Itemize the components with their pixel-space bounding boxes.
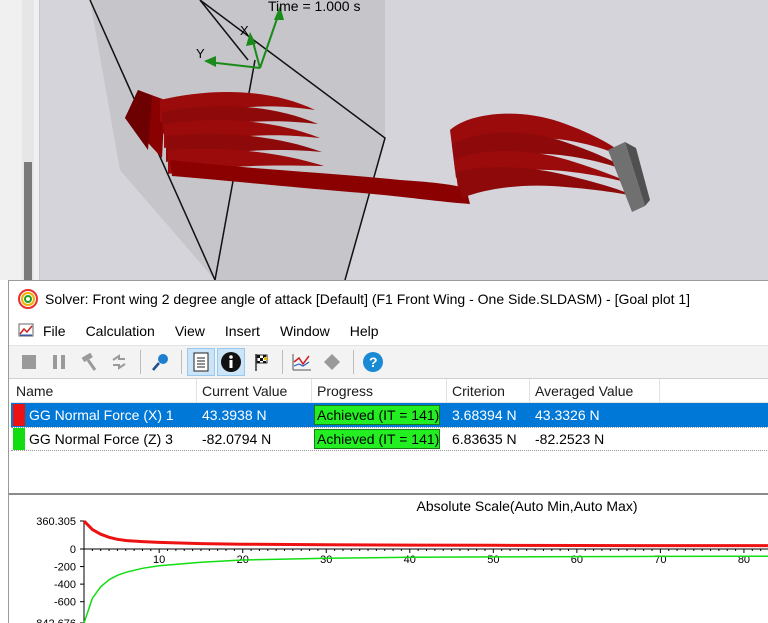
column-header-averaged-value[interactable]: Averaged Value	[530, 379, 660, 402]
axis-x-label: X	[240, 23, 249, 38]
goal-name: GG Normal Force (X) 1	[29, 407, 174, 423]
averaged-value-cell: -82.2523 N	[535, 431, 605, 447]
y-tick-label: 360.305	[36, 516, 76, 528]
info-button[interactable]	[217, 348, 245, 376]
averaged-value-cell: 43.3326 N	[535, 407, 600, 423]
toolbar-separator	[282, 350, 283, 374]
screen-root: X Y Time = 1.000 s Solver: Front wing 2 …	[0, 0, 768, 623]
current-value-cell: 43.3938 N	[202, 407, 267, 423]
document-icon[interactable]	[17, 322, 37, 340]
pause-icon	[53, 355, 65, 369]
goals-flag-button[interactable]	[247, 348, 275, 376]
y-tick-label: 0	[70, 544, 76, 556]
goal-name: GG Normal Force (Z) 3	[29, 431, 173, 447]
table-row[interactable]: GG Normal Force (Z) 3 -82.0794 N Achieve…	[11, 427, 768, 451]
menu-file[interactable]: File	[43, 323, 66, 339]
solver-app-icon	[18, 289, 38, 309]
svg-text:?: ?	[369, 354, 378, 370]
solver-titlebar[interactable]: Solver: Front wing 2 degree angle of att…	[9, 281, 768, 317]
series-line-1	[82, 519, 768, 548]
goal-plot[interactable]: Absolute Scale(Auto Min,Auto Max) 360.305…	[9, 493, 768, 623]
x-tick-label: 30	[320, 554, 332, 566]
pin-icon	[152, 354, 168, 371]
criterion-cell: 3.68394 N	[452, 407, 517, 423]
solver-toolbar: ?	[9, 345, 768, 379]
y-tick-label: -400	[54, 579, 76, 591]
current-value-cell: -82.0794 N	[202, 431, 272, 447]
graphics-viewport[interactable]: X Y Time = 1.000 s	[0, 0, 768, 280]
progress-cell: Achieved (IT = 141)	[312, 403, 447, 427]
series-color-swatch	[13, 428, 25, 450]
menu-insert[interactable]: Insert	[225, 323, 260, 339]
chart-title: Absolute Scale(Auto Min,Auto Max)	[417, 498, 638, 514]
hammer-button[interactable]	[75, 348, 103, 376]
goal-table-header: Name Current Value Progress Criterion Av…	[11, 379, 768, 403]
x-tick-label: 50	[487, 554, 499, 566]
insert-goal-plot-button[interactable]	[288, 348, 316, 376]
goal-plot-icon	[292, 354, 311, 371]
solver-title: Solver: Front wing 2 degree angle of att…	[45, 291, 691, 307]
x-tick-label: 60	[571, 554, 583, 566]
column-header-name[interactable]: Name	[11, 379, 197, 402]
pause-button[interactable]	[45, 348, 73, 376]
series-line-2	[83, 555, 768, 623]
goal-name-cell: GG Normal Force (X) 1	[11, 403, 197, 427]
document-lines-icon	[193, 352, 209, 372]
column-header-progress[interactable]: Progress	[312, 379, 447, 402]
menu-bar: File Calculation View Insert Window Help	[9, 317, 768, 345]
wing-element	[456, 167, 634, 198]
viewport-left-panel	[0, 0, 40, 280]
x-tick-label: 40	[404, 554, 416, 566]
criterion-cell: 6.83635 N	[452, 431, 517, 447]
info-icon	[221, 352, 241, 372]
refresh-button[interactable]	[105, 348, 133, 376]
toolbar-separator	[140, 350, 141, 374]
progress-text: Achieved (IT = 141)	[317, 431, 440, 447]
log-button[interactable]	[187, 348, 215, 376]
column-header-current-value[interactable]: Current Value	[197, 379, 312, 402]
toolbar-separator	[353, 350, 354, 374]
toolbar-separator	[181, 350, 182, 374]
menu-view[interactable]: View	[175, 323, 205, 339]
axis-y-label: Y	[196, 46, 205, 61]
checkered-flag-icon	[255, 354, 268, 371]
goal-name-cell: GG Normal Force (Z) 3	[11, 427, 197, 451]
hammer-icon	[81, 352, 97, 371]
pin-button[interactable]	[146, 348, 174, 376]
time-readout: Time = 1.000 s	[268, 0, 361, 14]
column-header-criterion[interactable]: Criterion	[447, 379, 530, 402]
menu-calculation[interactable]: Calculation	[86, 323, 155, 339]
solver-window[interactable]: Solver: Front wing 2 degree angle of att…	[8, 280, 768, 623]
goal-plot-chart[interactable]: Absolute Scale(Auto Min,Auto Max) 360.305…	[9, 495, 768, 623]
refresh-arrows-icon	[112, 354, 126, 370]
y-tick-label: -200	[54, 562, 76, 574]
help-icon: ?	[363, 352, 383, 372]
wing-model-scene[interactable]: X Y	[0, 0, 768, 280]
insert-preview-button[interactable]	[318, 348, 346, 376]
stop-button[interactable]	[15, 348, 43, 376]
help-button[interactable]: ?	[359, 348, 387, 376]
viewport-scroll-thumb[interactable]	[24, 162, 32, 280]
series-color-swatch	[13, 404, 25, 426]
stop-icon	[22, 355, 36, 369]
goal-table: Name Current Value Progress Criterion Av…	[11, 379, 768, 499]
table-row[interactable]: GG Normal Force (X) 1 43.3938 N Achieved…	[11, 403, 768, 427]
menu-help[interactable]: Help	[350, 323, 379, 339]
y-tick-label: -600	[54, 597, 76, 609]
menu-window[interactable]: Window	[280, 323, 330, 339]
y-tick-label: -842.676	[33, 618, 76, 623]
progress-text: Achieved (IT = 141)	[317, 407, 440, 423]
x-tick-label: 10	[153, 554, 165, 566]
progress-bar: Achieved (IT = 141)	[314, 429, 440, 449]
preview-diamond-icon	[324, 354, 340, 370]
progress-bar: Achieved (IT = 141)	[314, 405, 440, 425]
progress-cell: Achieved (IT = 141)	[312, 427, 447, 451]
